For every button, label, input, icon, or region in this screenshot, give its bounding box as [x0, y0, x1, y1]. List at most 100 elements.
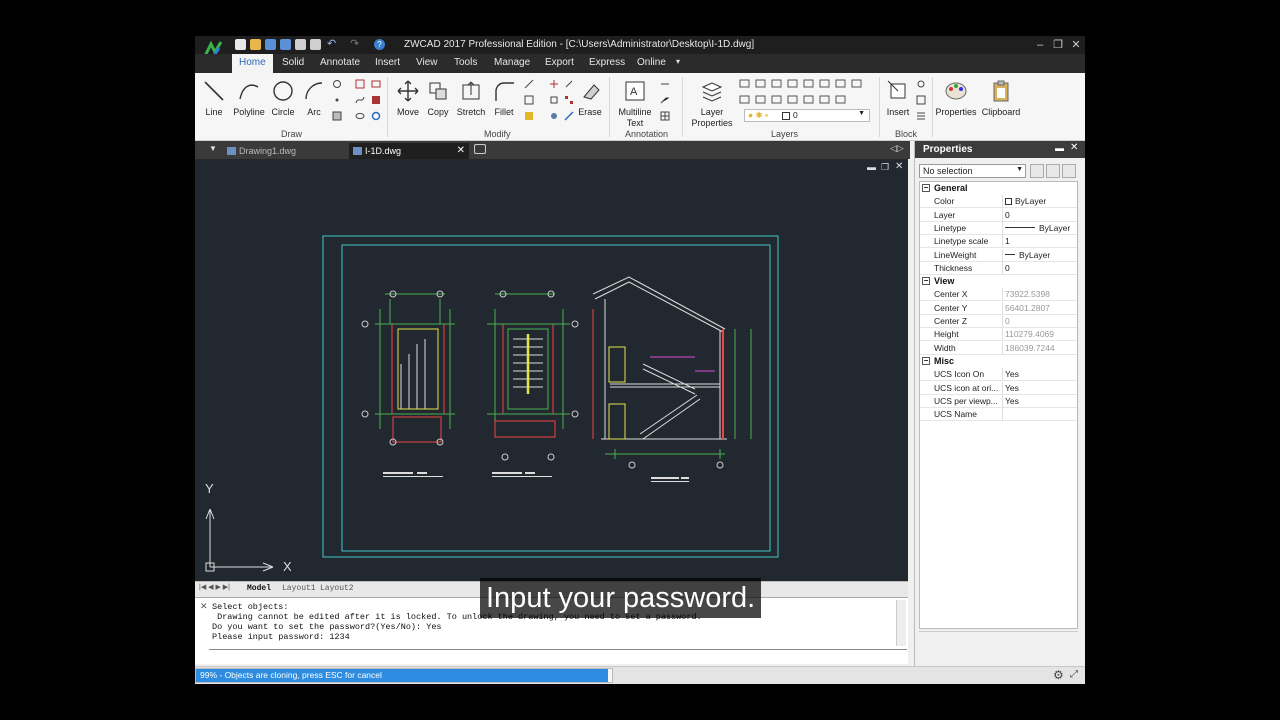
tab-view[interactable]: View [416, 57, 438, 68]
close-tab-icon[interactable]: ✕ [457, 145, 465, 156]
layout-nav-icons[interactable]: |◀ ◀ ▶ ▶| [199, 583, 230, 591]
undo-icon[interactable]: ↶ [327, 39, 338, 50]
property-row[interactable]: LineWeight ByLayer [920, 248, 1077, 262]
scale-icon[interactable] [549, 95, 559, 105]
trim-icon[interactable] [524, 79, 534, 89]
revcloud-icon[interactable] [355, 111, 365, 121]
quick-select-icon[interactable] [1030, 164, 1044, 178]
point-icon[interactable] [332, 95, 342, 105]
copy-tool[interactable]: Copy [421, 79, 455, 117]
property-row[interactable]: UCS per viewp... Yes [920, 394, 1077, 408]
tab-home[interactable]: Home [232, 54, 273, 73]
scroll-tabs-icon[interactable]: ◁▷ [890, 143, 904, 154]
fillet-tool[interactable]: Fillet [487, 79, 521, 117]
redo-icon[interactable]: ↷ [350, 39, 361, 50]
donut-icon[interactable] [371, 111, 381, 121]
new-tab-icon[interactable] [474, 144, 486, 154]
print-icon[interactable] [295, 39, 306, 50]
property-row[interactable]: Width 186039.7244 [920, 341, 1077, 355]
minimize-button[interactable]: – [1033, 38, 1047, 52]
doc-tab-drawing1[interactable]: Drawing1.dwg [223, 143, 345, 159]
move-tool[interactable]: Move [391, 79, 425, 117]
mirror-icon[interactable] [549, 79, 559, 89]
tab-solid[interactable]: Solid [282, 57, 304, 68]
property-row[interactable]: Center Z 0 [920, 315, 1077, 328]
ribbon-options-icon[interactable]: ▾ [676, 57, 680, 66]
property-row[interactable]: UCS Name [920, 408, 1077, 422]
edit-block-icon[interactable] [916, 95, 926, 105]
tab-express[interactable]: Express [589, 57, 625, 68]
property-row[interactable]: Linetype ByLayer [920, 221, 1077, 235]
multiline-text-tool[interactable]: A Multiline Text [615, 79, 655, 128]
line-tool[interactable]: Line [197, 79, 231, 117]
layer-properties-tool[interactable]: Layer Properties [689, 79, 735, 128]
rectangle-icon[interactable] [371, 79, 381, 89]
tab-layout2[interactable]: Layout2 [320, 584, 354, 593]
insert-block-tool[interactable]: Insert [881, 79, 915, 117]
property-row[interactable]: Linetype scale 1 [920, 235, 1077, 249]
tab-export[interactable]: Export [545, 57, 574, 68]
tab-manage[interactable]: Manage [494, 57, 530, 68]
new-file-icon[interactable] [235, 39, 246, 50]
fullscreen-icon[interactable]: ⤢ [1070, 669, 1078, 680]
tab-model[interactable]: Model [247, 584, 271, 593]
spline-icon[interactable] [355, 95, 365, 105]
tab-online[interactable]: Online [637, 57, 666, 68]
property-row[interactable]: Layer 0 [920, 208, 1077, 222]
property-row[interactable]: Height 110279.4069 [920, 328, 1077, 342]
tab-insert[interactable]: Insert [375, 57, 400, 68]
save-icon[interactable] [265, 39, 276, 50]
drawing-canvas[interactable]: ▬ ❐ ✕ Y X [195, 159, 908, 581]
polyline-tool[interactable]: Polyline [232, 79, 266, 117]
create-block-icon[interactable] [916, 79, 926, 89]
stretch-tool[interactable]: Stretch [454, 79, 488, 117]
plot-preview-icon[interactable] [310, 39, 321, 50]
maximize-button[interactable]: ❐ [1051, 38, 1065, 52]
close-command-window-icon[interactable]: ✕ [200, 601, 208, 612]
properties-tool[interactable]: Properties [935, 79, 977, 117]
help-icon[interactable]: ? [374, 39, 385, 50]
attribute-icon[interactable] [916, 111, 926, 121]
explode-icon[interactable] [549, 111, 559, 121]
property-row[interactable]: Center X 73922.5398 [920, 288, 1077, 302]
close-button[interactable]: ✕ [1069, 38, 1083, 52]
save-as-icon[interactable] [280, 39, 291, 50]
clipboard-tool[interactable]: Clipboard [980, 79, 1022, 117]
erase-tool[interactable]: Erase [573, 79, 607, 117]
command-input[interactable] [209, 649, 907, 663]
circle-tool[interactable]: Circle [266, 79, 300, 117]
property-group-header[interactable]: − General [920, 182, 1077, 195]
property-row[interactable]: Color ByLayer [920, 195, 1077, 209]
property-group-header[interactable]: − Misc [920, 355, 1077, 368]
property-row[interactable]: UCS icon at ori... Yes [920, 381, 1077, 395]
open-folder-icon[interactable] [250, 39, 261, 50]
region-icon[interactable] [371, 95, 381, 105]
leader-icon[interactable] [660, 95, 670, 105]
ellipse-icon[interactable] [332, 79, 342, 89]
chamfer-icon[interactable] [524, 111, 534, 121]
property-row[interactable]: Thickness 0 [920, 261, 1077, 275]
hatch-icon[interactable] [355, 79, 365, 89]
dimension-icon[interactable] [660, 79, 670, 89]
layer-tools-icon[interactable] [739, 78, 875, 108]
select-objects-icon[interactable] [1046, 164, 1060, 178]
tab-tools[interactable]: Tools [454, 57, 477, 68]
tab-annotate[interactable]: Annotate [320, 57, 360, 68]
table-icon[interactable] [660, 111, 670, 121]
offset-icon[interactable] [524, 95, 534, 105]
command-scrollbar[interactable] [896, 600, 906, 646]
tab-layout1[interactable]: Layout1 [282, 584, 316, 593]
property-row[interactable]: Center Y 56401.2807 [920, 301, 1077, 315]
toggle-pickadd-icon[interactable] [1062, 164, 1076, 178]
selection-dropdown[interactable]: No selection ▼ [919, 164, 1026, 178]
property-row[interactable]: UCS Icon On Yes [920, 368, 1077, 382]
settings-gear-icon[interactable]: ⚙ [1053, 668, 1064, 682]
panel-close-icon[interactable]: ✕ [1070, 142, 1078, 153]
layer-dropdown[interactable]: ● ✱ ▪ 0 ▼ [744, 109, 870, 122]
boundary-icon[interactable] [332, 111, 342, 121]
panel-minimize-icon[interactable]: ▬ [1055, 143, 1064, 153]
tab-list-dropdown-icon[interactable]: ▼ [209, 144, 217, 153]
arc-tool[interactable]: Arc [297, 79, 331, 117]
property-group-header[interactable]: − View [920, 275, 1077, 288]
doc-tab-i-1d[interactable]: I-1D.dwg ✕ [349, 143, 469, 159]
